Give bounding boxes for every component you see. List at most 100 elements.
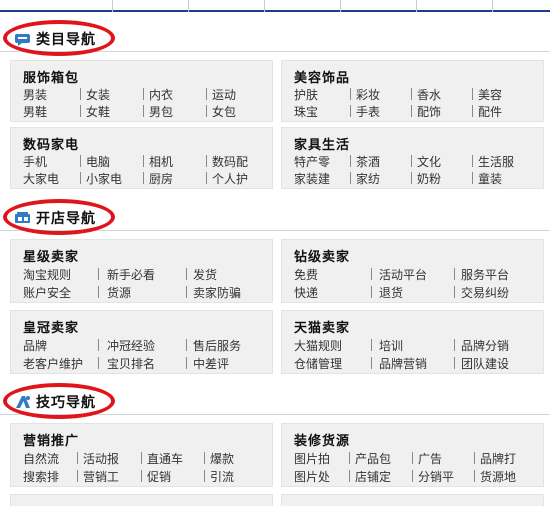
nav-link[interactable]: 退货 (379, 284, 403, 301)
category-box: 数码家电 手机 电脑 相机 数码配 大家电 小家电 厨房 个人护 (10, 127, 273, 189)
nav-link[interactable]: 个人护 (212, 170, 248, 187)
nav-link[interactable]: 品牌 (23, 337, 47, 354)
nav-link[interactable]: 护肤 (294, 86, 318, 103)
nav-link[interactable]: 家纺 (356, 170, 380, 187)
nav-link[interactable]: 团队建设 (461, 355, 509, 372)
link-divider (472, 88, 473, 100)
link-divider (454, 357, 455, 369)
nav-link[interactable]: 活动平台 (379, 266, 427, 283)
nav-link[interactable]: 奶粉 (417, 170, 441, 187)
nav-link[interactable]: 冲冠经验 (107, 337, 155, 354)
nav-link[interactable]: 宝贝排名 (107, 355, 155, 372)
nav-link[interactable]: 仓储管理 (294, 355, 342, 372)
link-divider (143, 155, 144, 167)
nav-link[interactable]: 手机 (23, 153, 47, 170)
link-divider (77, 470, 78, 482)
link-divider (141, 470, 142, 482)
nav-link[interactable]: 产品包 (355, 450, 391, 467)
nav-link[interactable]: 促销 (147, 468, 171, 485)
link-divider (472, 155, 473, 167)
nav-link[interactable]: 厨房 (149, 170, 173, 187)
nav-link[interactable]: 男装 (23, 86, 47, 103)
nav-link[interactable]: 货源地 (480, 468, 516, 485)
nav-link[interactable]: 大家电 (23, 170, 59, 187)
section-title: 技巧导航 (36, 395, 96, 411)
nav-link[interactable]: 营销工 (83, 468, 119, 485)
link-divider (186, 357, 187, 369)
nav-link[interactable]: 活动报 (83, 450, 119, 467)
nav-link[interactable]: 彩妆 (356, 86, 380, 103)
nav-link[interactable]: 小家电 (86, 170, 122, 187)
nav-link[interactable]: 珠宝 (294, 103, 318, 120)
nav-link[interactable]: 广告 (418, 450, 442, 467)
box-title: 服饰箱包 (23, 71, 80, 86)
link-divider (371, 339, 372, 351)
shop-icon (14, 210, 32, 224)
box-title: 装修货源 (294, 434, 351, 449)
nav-link[interactable]: 茶酒 (356, 153, 380, 170)
nav-link[interactable]: 家装建 (294, 170, 330, 187)
link-divider (412, 470, 413, 482)
nav-link[interactable]: 图片拍 (294, 450, 330, 467)
nav-link[interactable]: 文化 (417, 153, 441, 170)
nav-link[interactable]: 中差评 (193, 355, 229, 372)
nav-link[interactable]: 图片处 (294, 468, 330, 485)
nav-link[interactable]: 品牌营销 (379, 355, 427, 372)
nav-link[interactable]: 手表 (356, 103, 380, 120)
tips-box-partial (281, 494, 544, 506)
nav-link[interactable]: 售后服务 (193, 337, 241, 354)
nav-link[interactable]: 相机 (149, 153, 173, 170)
link-divider (349, 452, 350, 464)
link-divider (186, 268, 187, 280)
nav-link[interactable]: 搜索排 (23, 468, 59, 485)
nav-link[interactable]: 女装 (86, 86, 110, 103)
nav-link[interactable]: 卖家防骗 (193, 284, 241, 301)
tab-divider (188, 0, 189, 12)
nav-link[interactable]: 交易纠纷 (461, 284, 509, 301)
nav-link[interactable]: 男鞋 (23, 103, 47, 120)
nav-link[interactable]: 引流 (210, 468, 234, 485)
nav-link[interactable]: 店铺定 (355, 468, 391, 485)
nav-link[interactable]: 直通车 (147, 450, 183, 467)
nav-link[interactable]: 女鞋 (86, 103, 110, 120)
link-divider (206, 105, 207, 117)
nav-link[interactable]: 数码配 (212, 153, 248, 170)
link-divider (98, 268, 99, 280)
nav-link[interactable]: 老客户维护 (23, 355, 83, 372)
nav-link[interactable]: 电脑 (86, 153, 110, 170)
nav-link[interactable]: 大猫规则 (294, 337, 342, 354)
nav-link[interactable]: 香水 (417, 86, 441, 103)
tips-box: 装修货源 图片拍 产品包 广告 品牌打 图片处 店铺定 分销平 货源地 (281, 423, 544, 487)
nav-link[interactable]: 淘宝规则 (23, 266, 71, 283)
nav-link[interactable]: 配饰 (417, 103, 441, 120)
nav-link[interactable]: 美容 (478, 86, 502, 103)
nav-link[interactable]: 配件 (478, 103, 502, 120)
nav-link[interactable]: 货源 (107, 284, 131, 301)
nav-link[interactable]: 分销平 (418, 468, 454, 485)
nav-link[interactable]: 账户安全 (23, 284, 71, 301)
nav-link[interactable]: 品牌分销 (461, 337, 509, 354)
nav-link[interactable]: 自然流 (23, 450, 59, 467)
nav-link[interactable]: 内衣 (149, 86, 173, 103)
nav-link[interactable]: 发货 (193, 266, 217, 283)
nav-link[interactable]: 快递 (294, 284, 318, 301)
nav-link[interactable]: 爆款 (210, 450, 234, 467)
tab-divider (340, 0, 341, 12)
link-divider (98, 357, 99, 369)
nav-link[interactable]: 生活服 (478, 153, 514, 170)
nav-link[interactable]: 女包 (212, 103, 236, 120)
nav-link[interactable]: 培训 (379, 337, 403, 354)
nav-link[interactable]: 运动 (212, 86, 236, 103)
nav-link[interactable]: 新手必看 (107, 266, 155, 283)
tips-box-partial (10, 494, 273, 506)
nav-link[interactable]: 童装 (478, 170, 502, 187)
tab-divider (112, 0, 113, 12)
nav-link[interactable]: 服务平台 (461, 266, 509, 283)
nav-link[interactable]: 免费 (294, 266, 318, 283)
nav-link[interactable]: 品牌打 (480, 450, 516, 467)
link-divider (472, 105, 473, 117)
nav-link[interactable]: 特产零 (294, 153, 330, 170)
link-divider (206, 88, 207, 100)
nav-link[interactable]: 男包 (149, 103, 173, 120)
link-divider (350, 105, 351, 117)
